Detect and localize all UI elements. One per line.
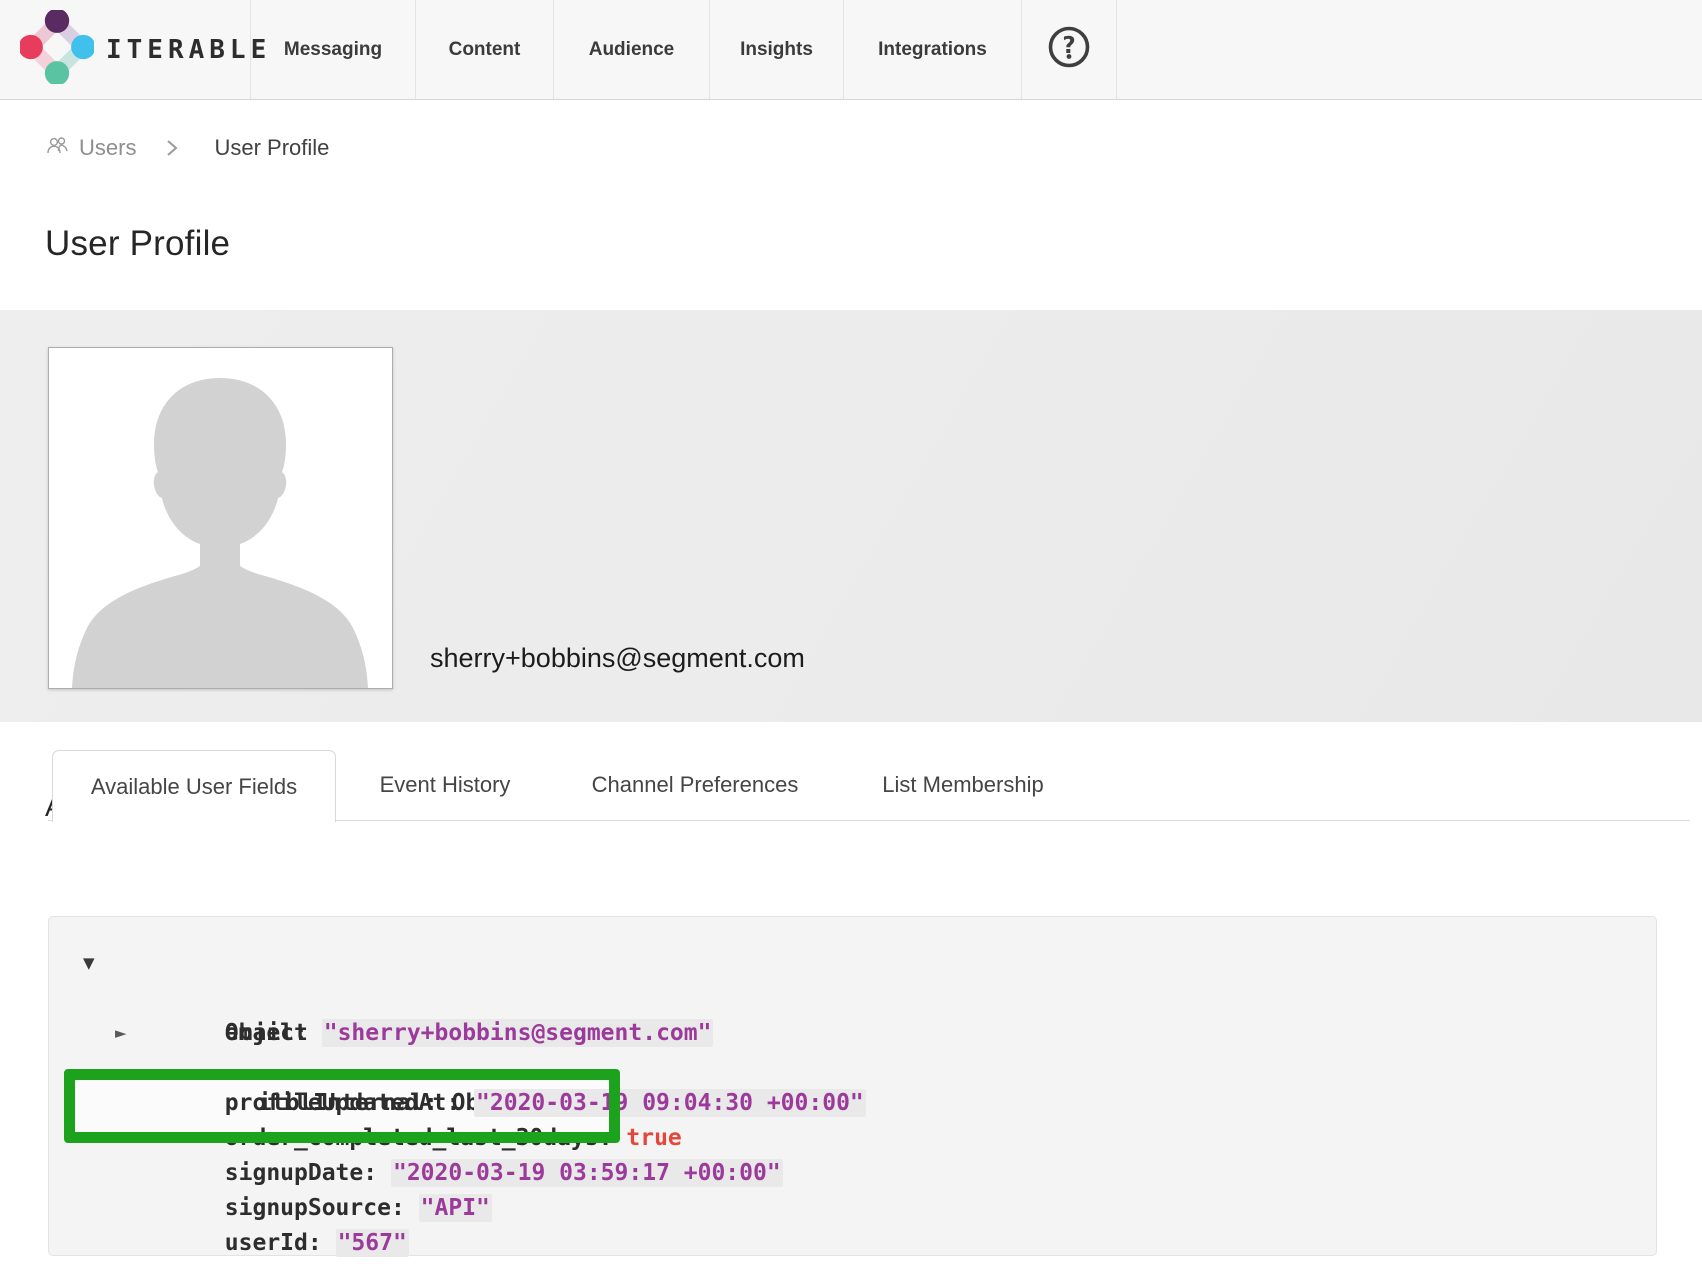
avatar — [48, 347, 393, 689]
json-string-value: "567" — [336, 1229, 409, 1257]
tab-channel-preferences[interactable]: Channel Preferences — [576, 750, 814, 820]
user-profile-screen: ITERABLE Messaging Content Audience Insi… — [0, 0, 1702, 1276]
triangle-down-icon[interactable]: ▼ — [83, 946, 95, 981]
json-row-signupdate: signupDate: "2020-03-19 03:59:17 +00:00" — [49, 1121, 1656, 1156]
breadcrumb-users-link[interactable]: Users — [79, 135, 136, 161]
nav-item-integrations[interactable]: Integrations — [844, 0, 1022, 99]
breadcrumb-current: User Profile — [214, 135, 329, 161]
nav-item-audience[interactable]: Audience — [554, 0, 710, 99]
json-root-row: ▼ Object — [49, 946, 1656, 981]
top-nav: ITERABLE Messaging Content Audience Insi… — [0, 0, 1702, 100]
nav-item-content[interactable]: Content — [416, 0, 554, 99]
user-fields-json-panel: ▼ Object email: "sherry+bobbins@segment.… — [48, 916, 1657, 1256]
json-row-order-completed-last-30days: order_completed_last_30days: true — [49, 1086, 1656, 1121]
json-row-email: email: "sherry+bobbins@segment.com" — [49, 981, 1656, 1016]
profile-hero: sherry+bobbins@segment.com — [0, 310, 1702, 722]
brand-wordmark: ITERABLE — [106, 35, 271, 65]
brand[interactable]: ITERABLE — [0, 0, 251, 99]
nav-item-messaging[interactable]: Messaging — [251, 0, 416, 99]
nav-item-insights[interactable]: Insights — [710, 0, 844, 99]
json-key: userId: — [225, 1230, 322, 1256]
breadcrumb: Users User Profile — [46, 135, 329, 161]
users-icon — [46, 135, 70, 161]
tab-list-membership[interactable]: List Membership — [866, 750, 1060, 820]
question-circle-icon: ? — [1046, 24, 1092, 75]
tab-event-history[interactable]: Event History — [371, 750, 519, 820]
triangle-right-icon[interactable]: ► — [115, 1016, 127, 1051]
chevron-right-icon — [166, 138, 178, 158]
help-button[interactable]: ? — [1022, 0, 1117, 99]
json-row-itblinternal: ► itblInternal: Object — [49, 1016, 1656, 1051]
json-row-signupsource: signupSource: "API" — [49, 1156, 1656, 1191]
json-tree: ▼ Object email: "sherry+bobbins@segment.… — [49, 917, 1656, 1226]
tab-available-user-fields[interactable]: Available User Fields — [52, 750, 336, 822]
json-row-profileupdatedat: profileUpdatedAt: "2020-03-19 09:04:30 +… — [49, 1051, 1656, 1086]
json-row-userid: userId: "567" — [49, 1191, 1656, 1226]
page-title: User Profile — [45, 224, 230, 264]
iterable-logo-icon — [20, 10, 94, 89]
profile-email: sherry+bobbins@segment.com — [430, 643, 805, 674]
